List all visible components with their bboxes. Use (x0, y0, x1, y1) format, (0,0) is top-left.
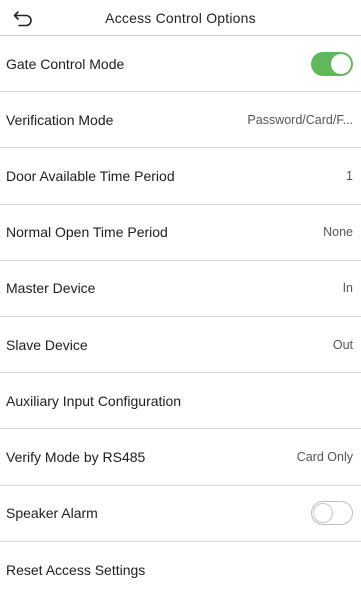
access-control-options-screen: Access Control Options Gate Control Mode… (0, 0, 361, 598)
header-bar: Access Control Options (0, 0, 361, 36)
row-label: Verification Mode (6, 111, 114, 128)
row-verify-mode-by-rs485[interactable]: Verify Mode by RS485 Card Only (0, 429, 361, 486)
options-list: Gate Control Mode Verification Mode Pass… (0, 36, 361, 598)
row-speaker-alarm[interactable]: Speaker Alarm (0, 486, 361, 542)
row-value: None (323, 225, 353, 240)
row-label: Master Device (6, 280, 96, 297)
row-gate-control-mode[interactable]: Gate Control Mode (0, 36, 361, 93)
row-verification-mode[interactable]: Verification Mode Password/Card/F... (0, 92, 361, 149)
row-label: Speaker Alarm (6, 505, 98, 522)
toggle-knob (313, 503, 333, 524)
row-label: Verify Mode by RS485 (6, 448, 146, 465)
row-door-available-time-period[interactable]: Door Available Time Period 1 (0, 148, 361, 205)
toggle-knob (331, 53, 351, 74)
row-label: Door Available Time Period (6, 167, 175, 184)
row-value: Out (332, 337, 353, 352)
row-value: 1 (346, 168, 353, 183)
row-auxiliary-input-configuration[interactable]: Auxiliary Input Configuration (0, 373, 361, 430)
row-value: Password/Card/F... (247, 112, 353, 127)
row-label: Slave Device (6, 336, 88, 353)
page-title: Access Control Options (105, 9, 256, 26)
row-label: Gate Control Mode (6, 55, 125, 72)
row-label: Normal Open Time Period (6, 224, 168, 241)
back-arrow-icon (13, 11, 32, 27)
row-label: Auxiliary Input Configuration (6, 392, 182, 409)
row-value: In (342, 281, 353, 296)
gate-control-mode-toggle[interactable] (311, 51, 353, 76)
row-slave-device[interactable]: Slave Device Out (0, 317, 361, 374)
back-button[interactable] (10, 6, 36, 30)
row-value: Card Only (296, 449, 353, 464)
row-reset-access-settings[interactable]: Reset Access Settings (0, 542, 361, 598)
row-normal-open-time-period[interactable]: Normal Open Time Period None (0, 205, 361, 261)
row-label: Reset Access Settings (6, 561, 146, 578)
speaker-alarm-toggle[interactable] (311, 501, 353, 526)
row-master-device[interactable]: Master Device In (0, 261, 361, 317)
